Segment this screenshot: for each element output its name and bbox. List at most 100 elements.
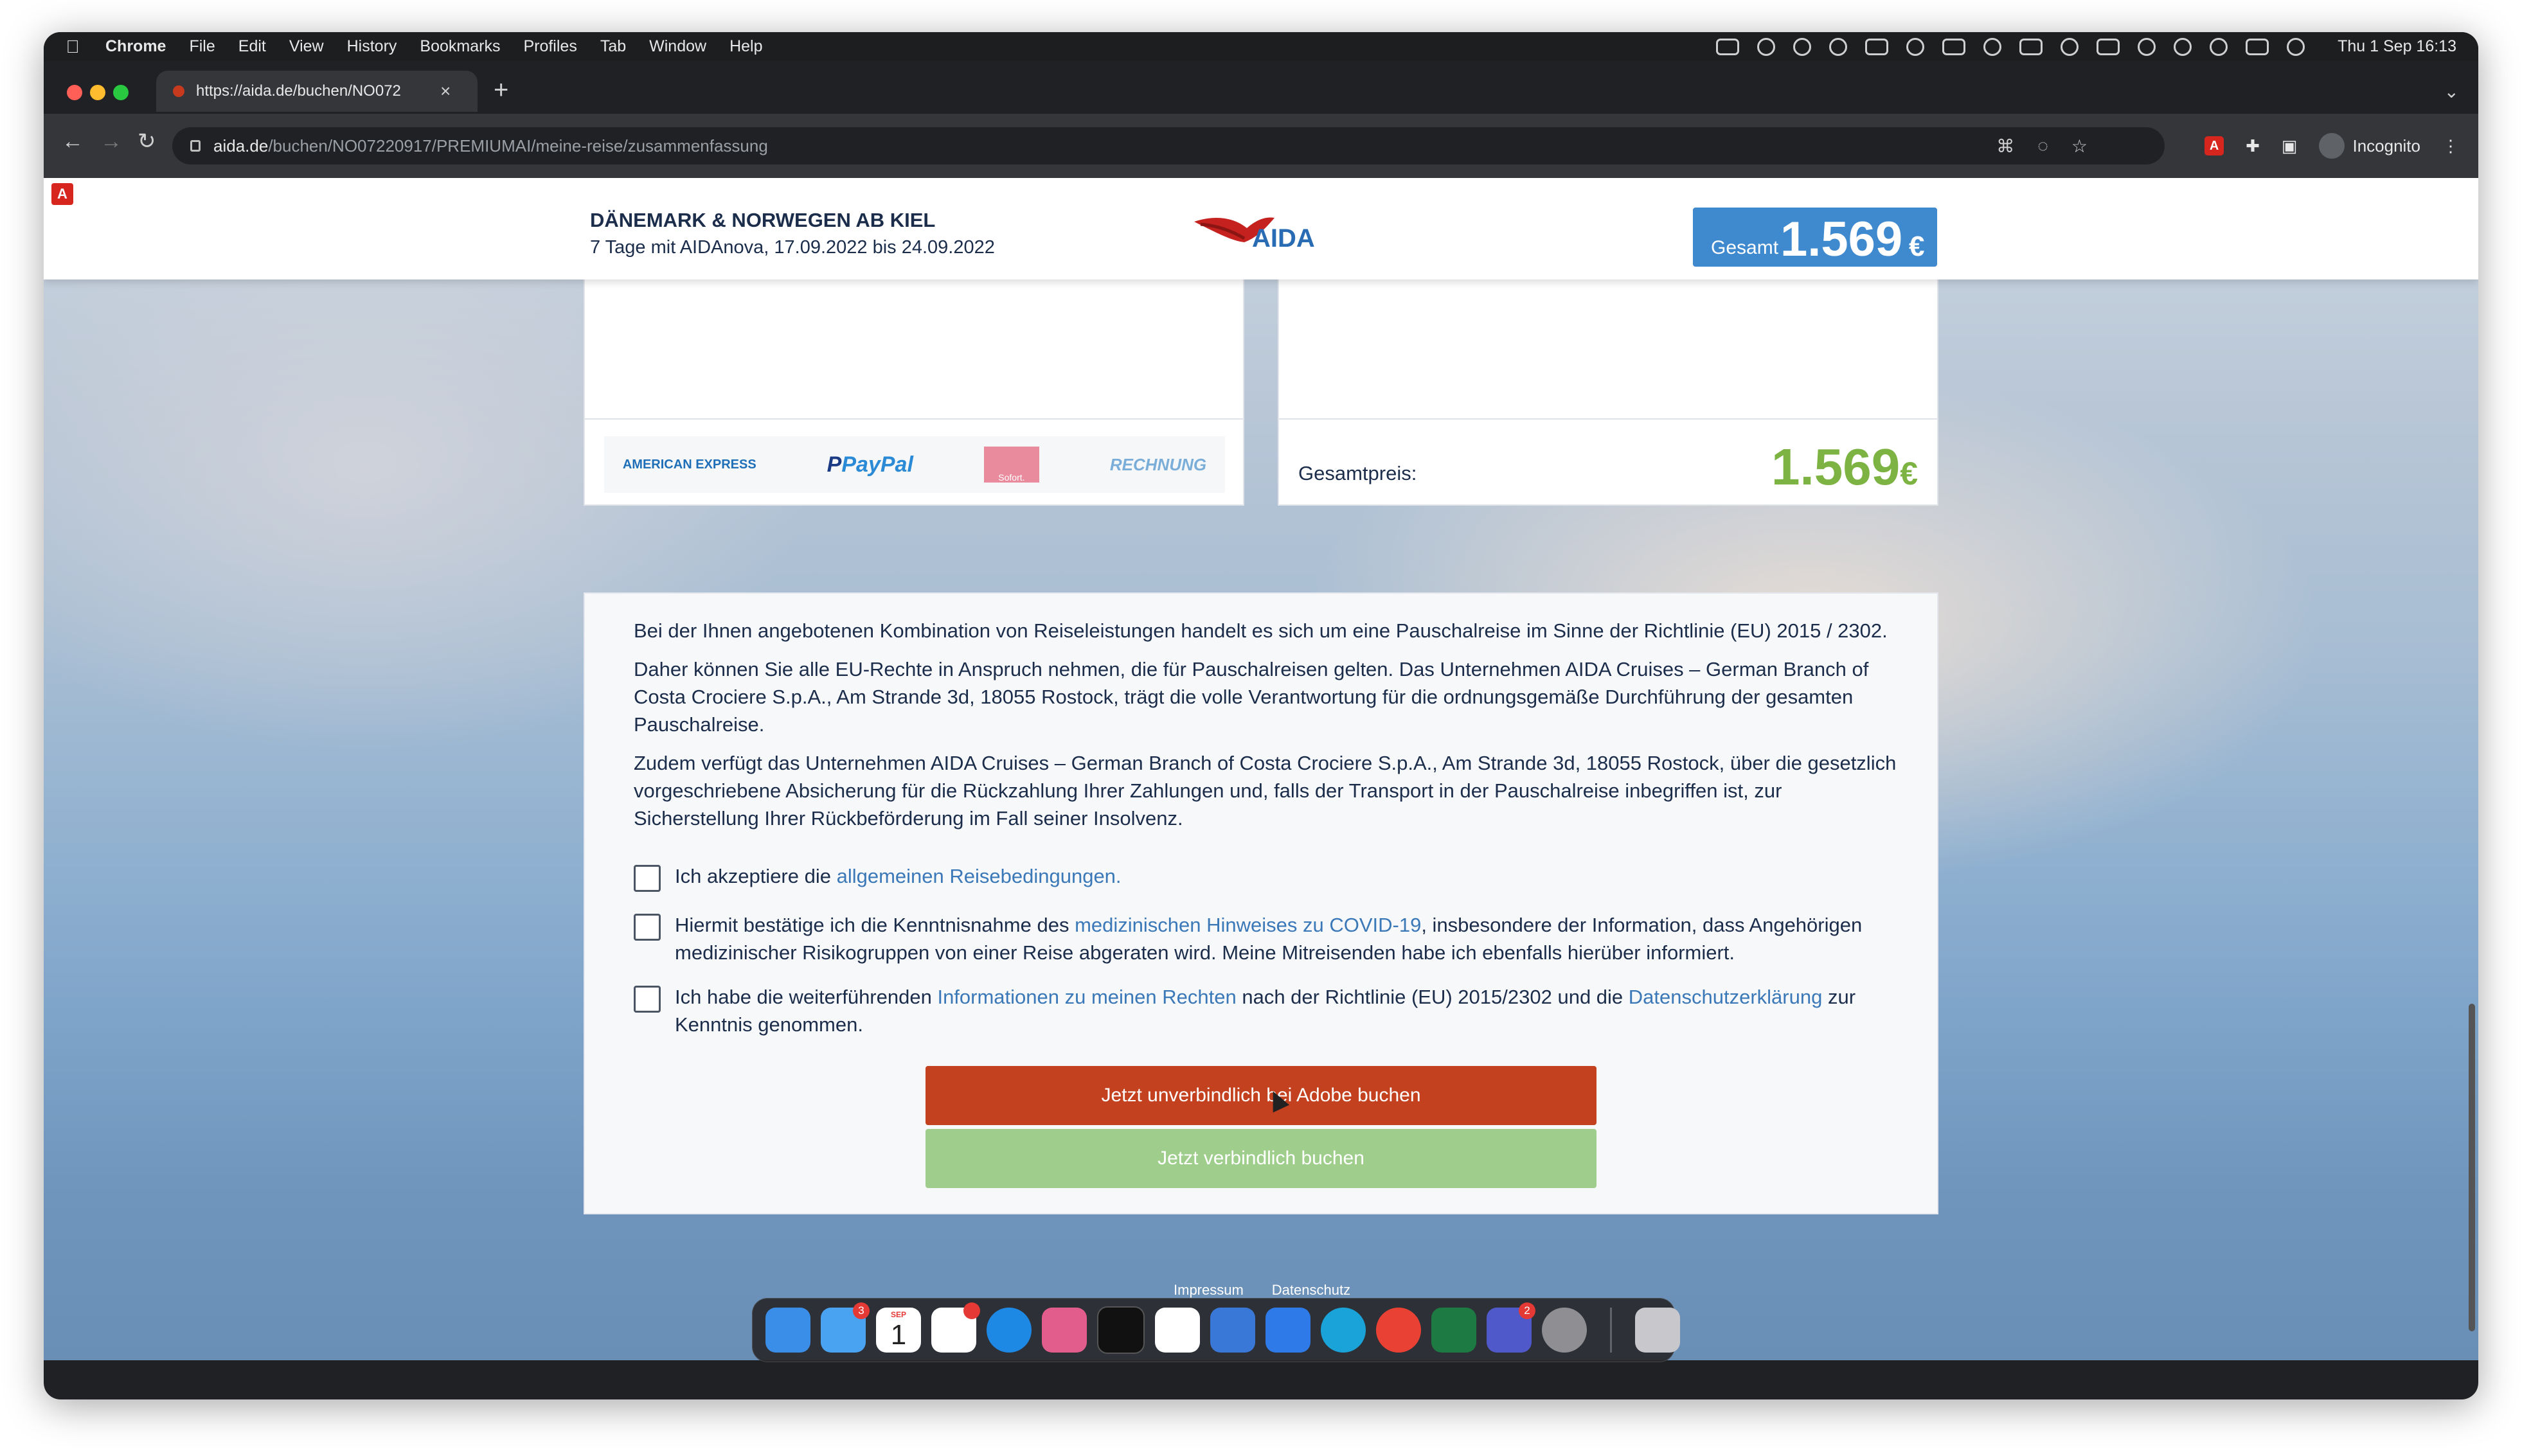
globe-icon[interactable]: [1906, 37, 1924, 56]
rights-link[interactable]: Informationen zu meinen Rechten: [937, 986, 1236, 1008]
eye-off-icon[interactable]: ◌: [2037, 136, 2048, 156]
lock-icon[interactable]: [190, 140, 201, 152]
url-path: /buchen/NO07220917/PREMIUMAI/meine-reise…: [268, 136, 768, 155]
adobe-extension-icon[interactable]: A: [2205, 136, 2224, 155]
search-icon[interactable]: [2174, 37, 2192, 56]
menu-bookmarks[interactable]: Bookmarks: [420, 37, 500, 56]
reload-button[interactable]: ↻: [138, 129, 156, 154]
wifi-icon[interactable]: [2138, 37, 2156, 56]
status-app-icon[interactable]: [1829, 37, 1847, 56]
aida-favicon-icon: [173, 85, 184, 97]
translate-icon[interactable]: ⌘: [1996, 136, 2014, 157]
pen-app-icon[interactable]: [1210, 1308, 1255, 1353]
legal-paragraph-1: Bei der Ihnen angebotenen Kombination vo…: [634, 619, 1888, 642]
chevron-down-icon[interactable]: ⌄: [2444, 81, 2459, 102]
zoom-window-button[interactable]: [113, 85, 129, 100]
edge-icon[interactable]: [1321, 1308, 1366, 1353]
menu-edit[interactable]: Edit: [238, 37, 266, 56]
adobe-book-button[interactable]: Jetzt unverbindlich bei Adobe buchen: [926, 1066, 1596, 1125]
menu-app-name[interactable]: Chrome: [105, 37, 166, 56]
trip-title: DÄNEMARK & NORWEGEN AB KIEL: [590, 209, 936, 231]
side-panel-icon[interactable]: ▣: [2282, 136, 2298, 156]
calendar-month: SEP: [890, 1310, 906, 1319]
finder-icon[interactable]: [765, 1308, 810, 1353]
menu-view[interactable]: View: [289, 37, 324, 56]
divider: [1279, 418, 1937, 420]
keyboard-icon[interactable]: [2019, 38, 2043, 55]
checkbox-row-covid: Hiermit bestätige ich die Kenntnisnahme …: [634, 911, 1906, 966]
control-center-icon[interactable]: [2246, 38, 2269, 55]
covid-link[interactable]: medizinischen Hinweises zu COVID-19: [1075, 914, 1421, 936]
window-icon[interactable]: [1942, 38, 1965, 55]
impressum-link[interactable]: Impressum: [1174, 1282, 1244, 1299]
menu-history[interactable]: History: [347, 37, 397, 56]
menu-help[interactable]: Help: [729, 37, 762, 56]
safari-icon[interactable]: [987, 1308, 1032, 1353]
total-label: Gesamt: [1711, 237, 1779, 258]
datenschutz-link[interactable]: Datenschutz: [1272, 1282, 1350, 1299]
status-app-icon[interactable]: [1793, 37, 1811, 56]
sofort-logo: Sofort.: [983, 447, 1039, 483]
url-host: aida.de: [213, 136, 269, 155]
page-scrollbar[interactable]: [2464, 178, 2478, 1360]
launchpad-icon[interactable]: [1042, 1308, 1087, 1353]
mail-icon[interactable]: 3: [821, 1302, 870, 1353]
tab-aida-booking[interactable]: https://aida.de/buchen/NO072 ×: [156, 71, 478, 112]
more-menu-icon[interactable]: ⋮: [2442, 136, 2459, 156]
battery-icon[interactable]: [2097, 38, 2120, 55]
trash-icon[interactable]: [1635, 1308, 1680, 1353]
adobe-overlay-icon[interactable]: A: [51, 183, 73, 205]
system-settings-icon[interactable]: [1542, 1308, 1587, 1353]
rechnung-logo: RECHNUNG: [1109, 454, 1207, 474]
menu-file[interactable]: File: [189, 37, 215, 56]
terminal-icon[interactable]: [1097, 1306, 1145, 1354]
legal-paragraph-2: Daher können Sie alle EU-Rechte in Anspr…: [634, 658, 1869, 736]
book-button[interactable]: Jetzt verbindlich buchen: [926, 1129, 1596, 1188]
agb-label: Ich akzeptiere die allgemeinen Reisebedi…: [675, 865, 1122, 887]
screen-record-icon[interactable]: [1716, 38, 1739, 55]
bookmark-star-icon[interactable]: ☆: [2071, 136, 2088, 157]
new-tab-button[interactable]: +: [494, 77, 508, 103]
slack-icon[interactable]: [931, 1302, 980, 1353]
amex-logo: AMERICAN EXPRESS: [622, 457, 756, 472]
checkbox-row-agb: Ich akzeptiere die allgemeinen Reisebedi…: [634, 862, 1906, 892]
teams-icon[interactable]: 2: [1487, 1302, 1535, 1353]
close-icon[interactable]: ×: [440, 81, 451, 102]
legal-confirmation-card: Bei der Ihnen angebotenen Kombination vo…: [584, 592, 1938, 1214]
display-icon[interactable]: [1865, 38, 1888, 55]
toggle-icon[interactable]: [2061, 37, 2079, 56]
extensions-icon[interactable]: ✚: [2246, 136, 2260, 156]
privacy-link[interactable]: Datenschutzerklärung: [1629, 986, 1823, 1008]
cloud-icon[interactable]: [1983, 37, 2001, 56]
rights-checkbox[interactable]: [634, 986, 661, 1013]
incognito-profile[interactable]: Incognito: [2319, 133, 2420, 159]
chrome-icon[interactable]: [1376, 1308, 1421, 1353]
forward-button[interactable]: →: [100, 129, 122, 154]
agb-link[interactable]: allgemeinen Reisebedingungen.: [837, 865, 1122, 887]
total-price: 1.569: [1780, 212, 1903, 267]
scrollbar-thumb[interactable]: [2469, 1004, 2475, 1331]
menubar-clock[interactable]: Thu 1 Sep 16:13: [2338, 32, 2456, 61]
calendar-icon[interactable]: SEP 1: [876, 1308, 921, 1353]
excel-icon[interactable]: [1431, 1308, 1476, 1353]
status-app-icon[interactable]: [1757, 37, 1775, 56]
agb-checkbox[interactable]: [634, 865, 661, 892]
back-button[interactable]: ←: [62, 129, 84, 154]
menu-tab[interactable]: Tab: [600, 37, 626, 56]
tab-title: https://aida.de/buchen/NO072: [196, 82, 401, 100]
xcode-like-app-icon[interactable]: [1155, 1308, 1200, 1353]
volume-icon[interactable]: [2210, 37, 2228, 56]
divider: [585, 418, 1243, 420]
apple-icon[interactable]: : [63, 37, 82, 57]
macos-menubar:  Chrome File Edit View History Bookmark…: [44, 32, 2478, 61]
minimize-window-button[interactable]: [90, 85, 105, 100]
close-window-button[interactable]: [67, 85, 82, 100]
covid-checkbox[interactable]: [634, 914, 661, 941]
xcode-icon[interactable]: [1265, 1308, 1310, 1353]
menu-profiles[interactable]: Profiles: [523, 37, 577, 56]
siri-icon[interactable]: [2287, 37, 2305, 56]
footer-links: Impressum Datenschutz: [1174, 1282, 1350, 1299]
address-bar[interactable]: aida.de /buchen/NO07220917/PREMIUMAI/mei…: [172, 127, 2165, 164]
paypal-logo: PPayPal: [827, 452, 913, 477]
menu-window[interactable]: Window: [649, 37, 706, 56]
